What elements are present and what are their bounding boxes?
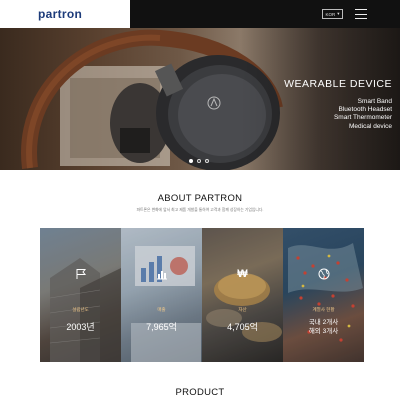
tile-label: 자산: [238, 307, 247, 312]
tile-value: 7,965억: [146, 322, 177, 332]
product-title: PRODUCT: [175, 387, 225, 398]
about-title: ABOUT PARTRON: [157, 193, 243, 204]
tile-value: 4,705억: [227, 322, 258, 332]
hero-item: Bluetooth Headset: [338, 106, 392, 114]
tile-value-line: 해외 3개사: [308, 328, 339, 335]
globe-icon: [318, 268, 329, 280]
language-label: KOR: [325, 11, 336, 17]
slider-pagination: [189, 159, 209, 163]
hero-item: Medical device: [349, 122, 392, 130]
tile-founded[interactable]: 설립년도 2003년: [40, 228, 121, 362]
hero-caption: WEARABLE DEVICE Smart Band Bluetooth Hea…: [284, 78, 392, 131]
logo-area[interactable]: partron: [0, 0, 130, 28]
hero-slider[interactable]: WEARABLE DEVICE Smart Band Bluetooth Hea…: [0, 28, 400, 170]
language-selector[interactable]: KOR ▾: [322, 9, 343, 19]
tile-label: 매출: [157, 307, 166, 312]
about-tiles: 설립년도 2003년 매출 7,965억 ₩ 자산 4,705억 계열사 현황 …: [40, 228, 364, 362]
site-header: partron KOR ▾: [0, 0, 400, 28]
bar-chart-icon: [156, 271, 167, 280]
slider-dot-3[interactable]: [205, 159, 209, 163]
partron-logo[interactable]: partron: [38, 7, 82, 21]
hero-item: Smart Band: [357, 98, 392, 105]
won-icon: ₩: [237, 268, 248, 280]
tile-label: 설립년도: [72, 307, 89, 312]
tile-affiliates[interactable]: 계열사 현황 국내 2개사 해외 3개사: [283, 228, 364, 362]
tile-value: 2003년: [66, 322, 95, 332]
about-subtitle: 파트론은 변화에 앞서 최고 제품 개발을 통하여 고객과 함께 성장하는 기업…: [136, 208, 264, 212]
hero-title: WEARABLE DEVICE: [284, 78, 392, 90]
hamburger-menu-icon[interactable]: [355, 9, 367, 19]
tile-assets[interactable]: ₩ 자산 4,705억: [202, 228, 283, 362]
chevron-down-icon: ▾: [337, 11, 340, 16]
slider-dot-1[interactable]: [189, 159, 193, 163]
tile-sales[interactable]: 매출 7,965억: [121, 228, 202, 362]
hero-item: Smart Thermometer: [333, 114, 392, 122]
slider-dot-2[interactable]: [197, 159, 201, 163]
tile-label: 계열사 현황: [312, 307, 335, 312]
flag-icon: [76, 269, 86, 279]
tile-value-line: 국내 2개사: [308, 319, 339, 326]
tile-value: 국내 2개사 해외 3개사: [283, 318, 364, 336]
